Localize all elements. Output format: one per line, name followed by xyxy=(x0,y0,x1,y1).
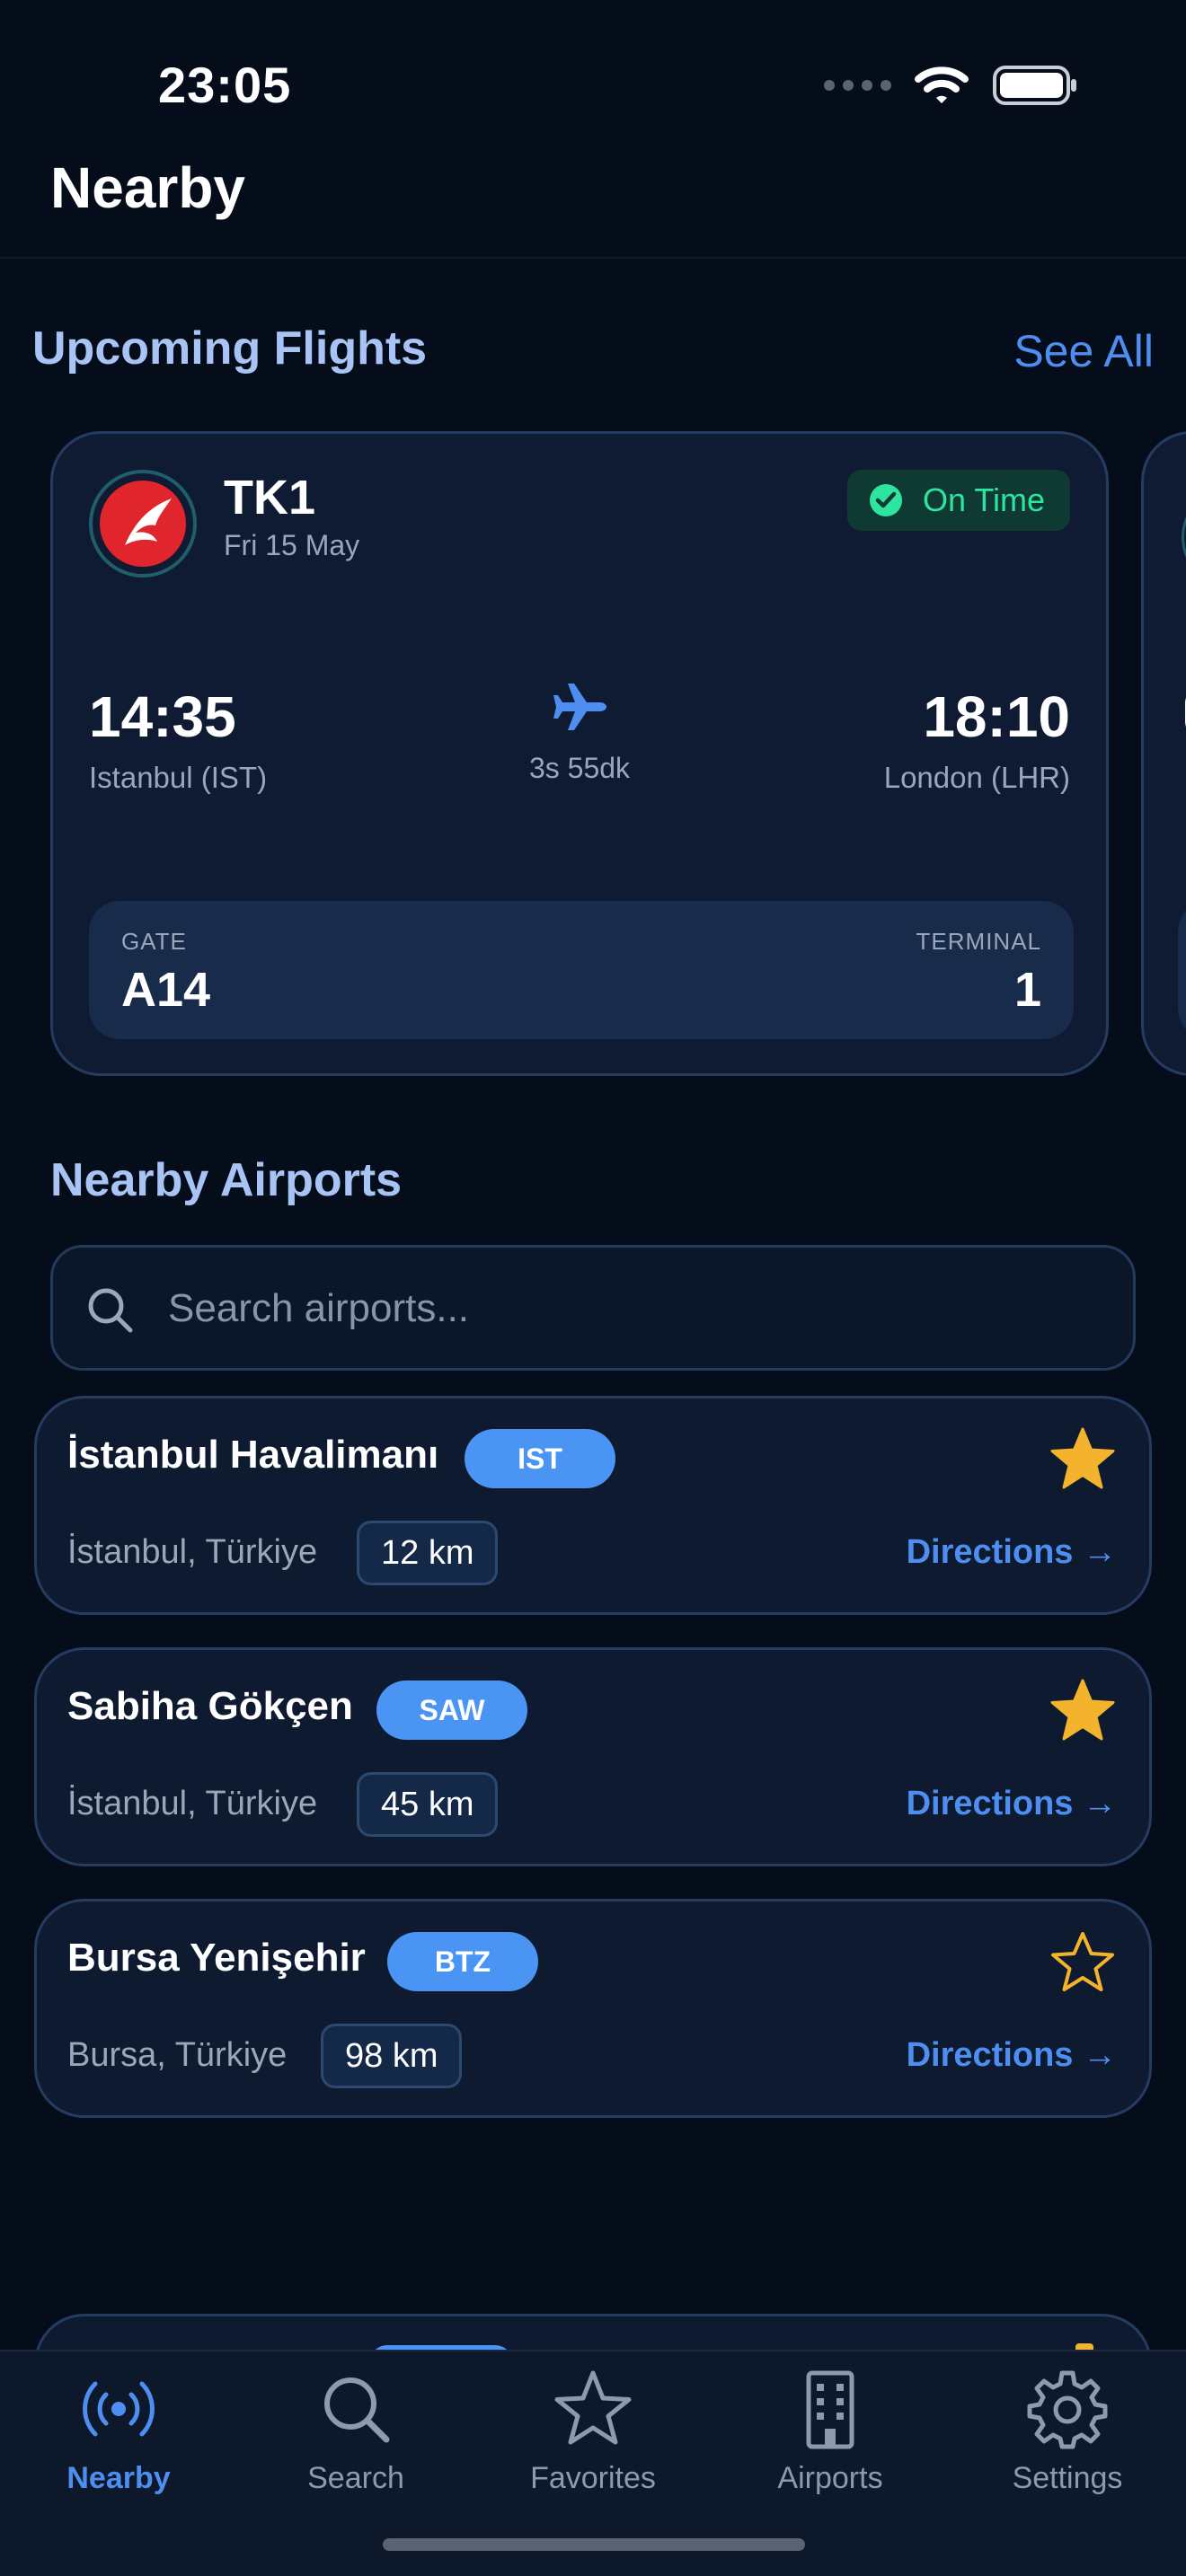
tab-label: Favorites xyxy=(530,2461,656,2495)
terminal-label: TERMINAL xyxy=(916,928,1041,955)
departure-airport: Istanbul (IST) xyxy=(89,761,268,794)
building-icon xyxy=(806,2370,854,2449)
star-filled-icon[interactable] xyxy=(1049,1425,1117,1494)
next-flight-card[interactable] xyxy=(1141,431,1186,1076)
search-icon xyxy=(88,1288,133,1333)
gate-value: A14 xyxy=(121,963,211,1017)
airport-name: Bursa Yenişehir xyxy=(67,1936,366,1980)
app-screen: 23:05 Nearby Upcoming Flights See All TK… xyxy=(0,0,1186,2576)
flight-duration: 3s 55dk xyxy=(528,752,631,784)
departure-time: 14:35 xyxy=(89,684,236,749)
cellular-signal-icon xyxy=(824,80,891,91)
airport-code-badge: SAW xyxy=(376,1681,527,1740)
airport-code-badge: BTZ xyxy=(387,1932,538,1991)
airport-location: İstanbul, Türkiye xyxy=(67,1785,318,1822)
status-icons xyxy=(824,65,1078,106)
airplane-icon xyxy=(553,684,606,730)
star-filled-icon[interactable] xyxy=(1049,1677,1117,1745)
broadcast-icon xyxy=(83,2381,155,2437)
status-time: 23:05 xyxy=(158,57,292,113)
flight-date: Fri 15 May xyxy=(224,529,360,561)
flight-card[interactable]: TK1 Fri 15 May On Time 14:35 Istanbul (I… xyxy=(50,431,1109,1076)
wifi-icon xyxy=(915,66,969,103)
upcoming-flights-title: Upcoming Flights xyxy=(32,322,428,375)
flight-number: TK1 xyxy=(224,471,316,525)
gate-box-peek xyxy=(1178,901,1186,1039)
arrival-time: 18:10 xyxy=(923,684,1070,749)
airport-code-badge: IST xyxy=(465,1429,615,1488)
tab-label: Nearby xyxy=(66,2461,171,2495)
tab-label: Airports xyxy=(777,2461,883,2495)
page-title: Nearby xyxy=(50,155,245,220)
directions-link[interactable]: Directions → xyxy=(907,1785,1117,1823)
tab-label: Settings xyxy=(1012,2461,1123,2495)
airport-location: İstanbul, Türkiye xyxy=(67,1533,318,1571)
directions-link[interactable]: Directions → xyxy=(907,1533,1117,1572)
tab-settings[interactable]: Settings xyxy=(949,2351,1186,2522)
check-circle-icon xyxy=(869,484,902,516)
header-divider xyxy=(0,257,1186,259)
distance-badge: 45 km xyxy=(357,1772,499,1837)
terminal-value: 1 xyxy=(1013,963,1041,1017)
battery-icon xyxy=(993,66,1076,105)
tab-search[interactable]: Search xyxy=(237,2351,474,2522)
distance-badge: 12 km xyxy=(357,1521,499,1585)
airport-card[interactable]: Bursa Yenişehir BTZ Bursa, Türkiye 98 km… xyxy=(34,1899,1152,2118)
search-icon xyxy=(324,2378,390,2443)
arrival-airport: London (LHR) xyxy=(883,761,1070,794)
airport-name: Sabiha Gökçen xyxy=(67,1684,353,1728)
star-icon xyxy=(554,2370,632,2445)
airport-location: Bursa, Türkiye xyxy=(67,2036,288,2074)
airline-logo-peek xyxy=(1182,488,1186,587)
airport-card[interactable]: Sabiha Gökçen SAW İstanbul, Türkiye 45 k… xyxy=(34,1647,1152,1866)
status-badge: On Time xyxy=(846,470,1070,531)
airport-name: İstanbul Havalimanı xyxy=(67,1433,439,1477)
search-bar[interactable] xyxy=(50,1245,1136,1371)
nearby-airports-title: Nearby Airports xyxy=(50,1154,403,1206)
star-outline-icon[interactable] xyxy=(1049,1928,1117,1997)
tab-airports[interactable]: Airports xyxy=(712,2351,949,2522)
airline-logo xyxy=(89,470,197,578)
tab-nearby[interactable]: Nearby xyxy=(0,2351,237,2522)
status-label: On Time xyxy=(922,481,1045,518)
tab-favorites[interactable]: Favorites xyxy=(474,2351,712,2522)
gate-label: GATE xyxy=(121,928,187,955)
search-input[interactable] xyxy=(168,1275,1102,1343)
distance-badge: 98 km xyxy=(321,2024,463,2088)
airport-card[interactable]: İstanbul Havalimanı IST İstanbul, Türkiy… xyxy=(34,1396,1152,1615)
gate-terminal-box: GATE A14 TERMINAL 1 xyxy=(89,901,1074,1039)
see-all-link[interactable]: See All xyxy=(1013,325,1154,377)
directions-link[interactable]: Directions → xyxy=(907,2036,1117,2075)
gear-icon xyxy=(1027,2370,1108,2449)
home-indicator xyxy=(383,2538,805,2551)
tab-label: Search xyxy=(307,2461,404,2495)
